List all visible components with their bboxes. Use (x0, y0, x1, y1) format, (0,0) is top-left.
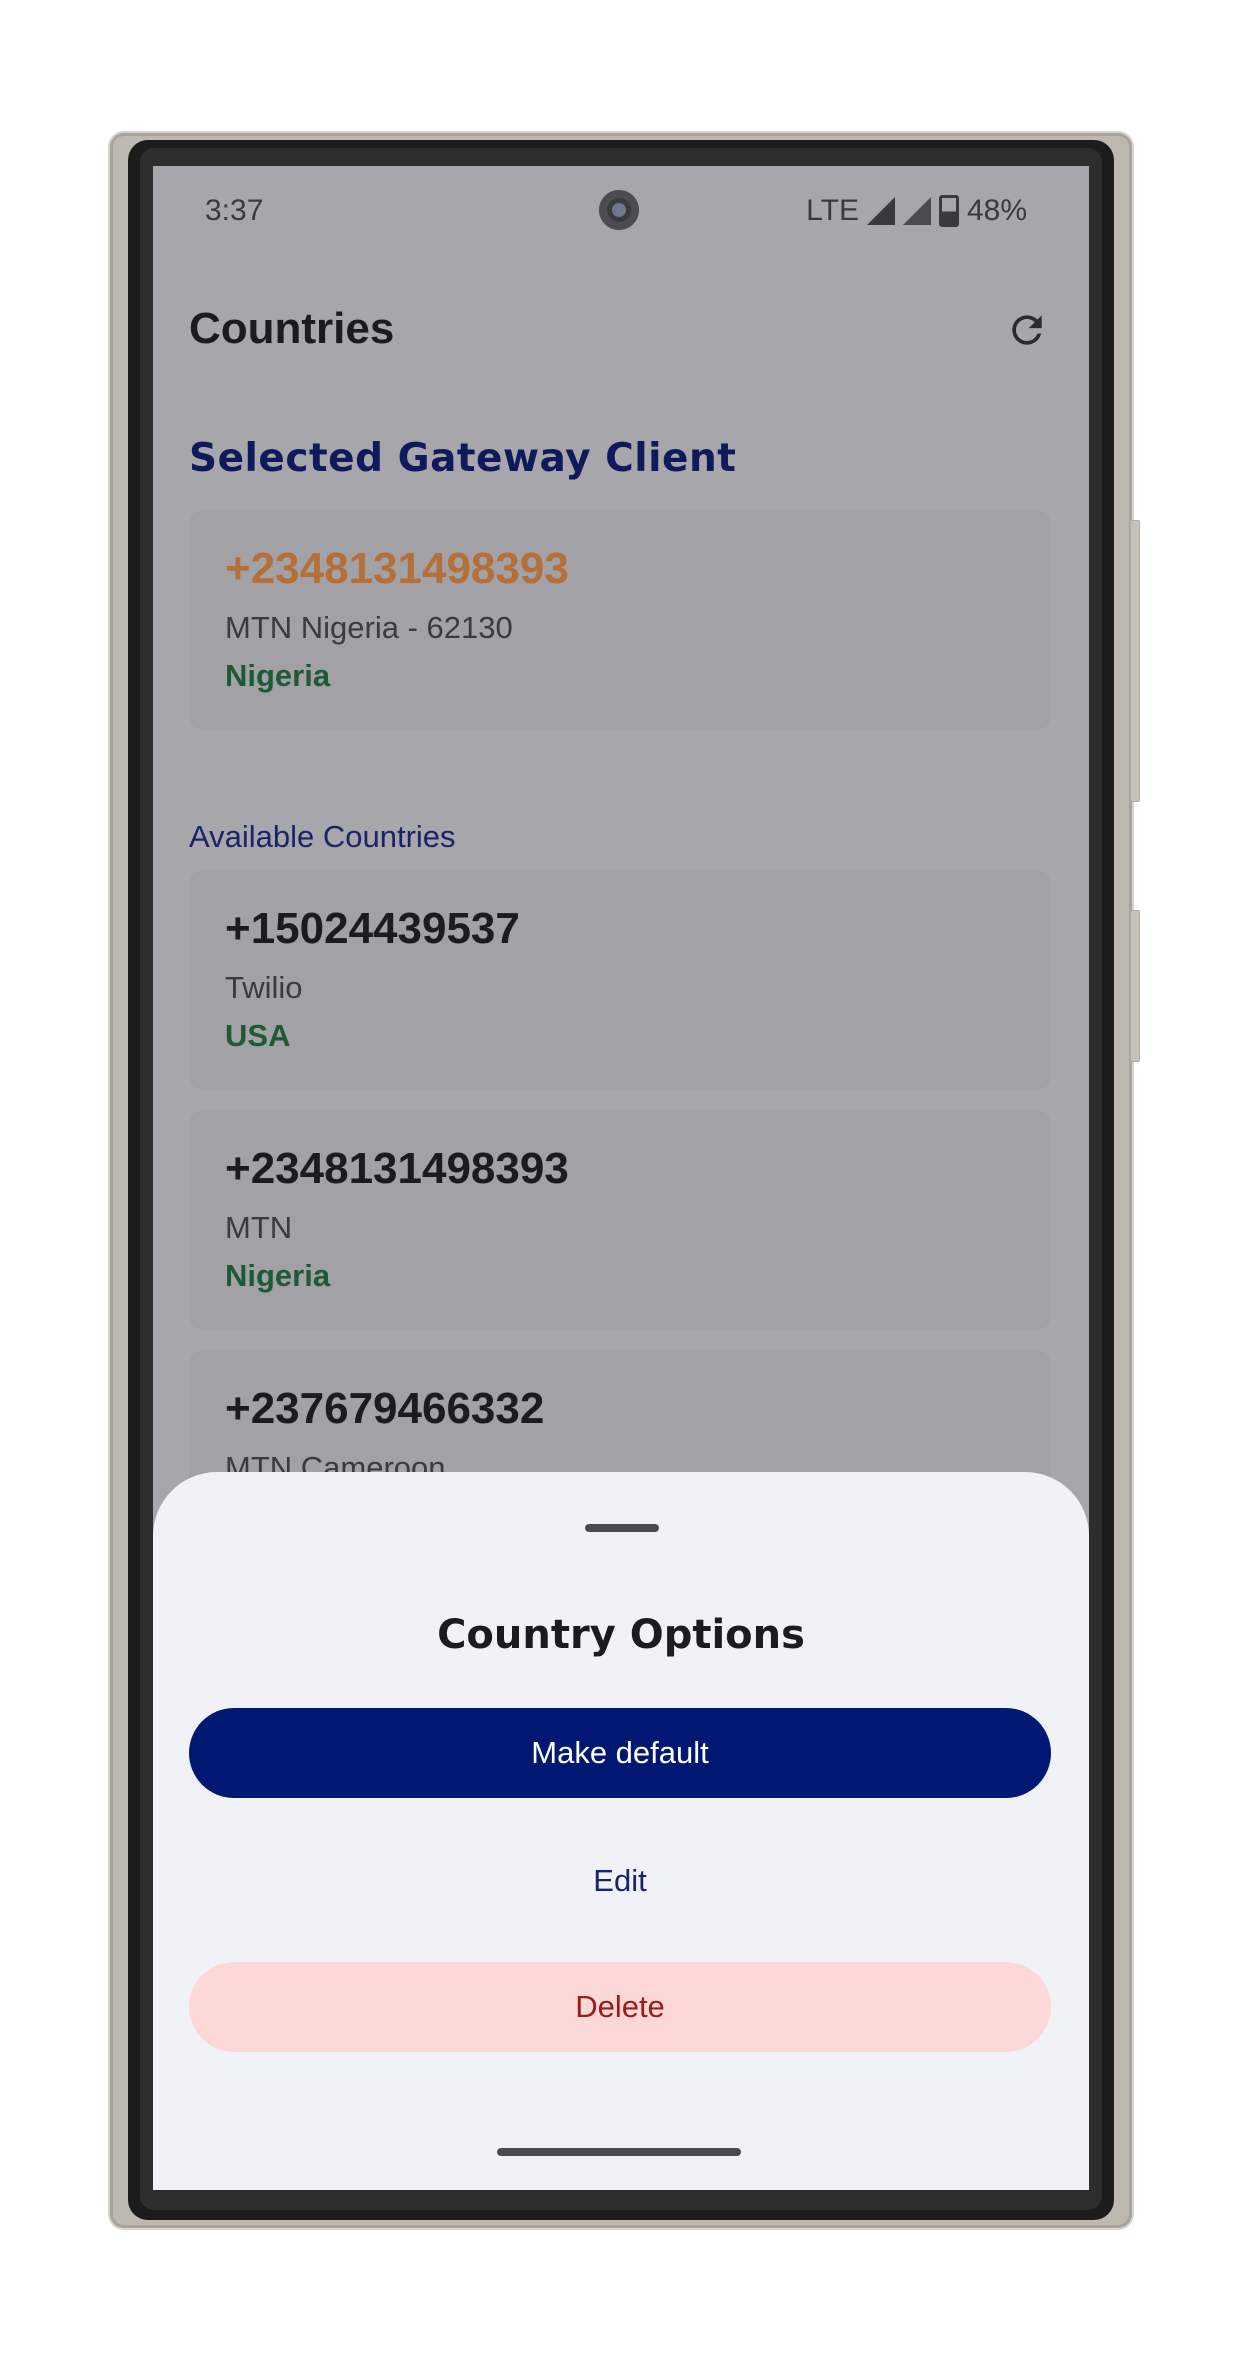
status-time: 3:37 (205, 194, 264, 227)
screen: 3:37 LTE 48% Countries Selected Gateway … (153, 166, 1089, 2190)
home-indicator[interactable] (497, 2148, 741, 2156)
delete-button[interactable]: Delete (189, 1962, 1051, 2052)
country-options-sheet: Country Options Make default Edit Delete (153, 1472, 1089, 2190)
page-title: Countries (189, 304, 395, 353)
refresh-icon[interactable] (1005, 308, 1049, 352)
network-type: LTE (806, 194, 859, 227)
battery-percent: 48% (966, 194, 1027, 227)
battery-icon (938, 195, 959, 227)
power-button (1130, 910, 1140, 1062)
signal-icon-2 (902, 197, 931, 225)
country-operator: MTN (225, 1210, 293, 1245)
drag-handle[interactable] (585, 1524, 659, 1532)
country-number: +2348131498393 (225, 1144, 569, 1193)
edit-button[interactable]: Edit (189, 1836, 1051, 1926)
country-card[interactable]: +2348131498393 MTN Nigeria (189, 1110, 1051, 1330)
status-icons: LTE 48% (806, 194, 1027, 228)
country-card[interactable]: +15024439537 Twilio USA (189, 870, 1051, 1090)
front-camera (599, 190, 639, 230)
selected-operator: MTN Nigeria - 62130 (225, 610, 513, 645)
available-countries-label: Available Countries (189, 819, 456, 854)
make-default-button[interactable]: Make default (189, 1708, 1051, 1798)
volume-button (1130, 520, 1140, 802)
country-name: USA (225, 1018, 291, 1053)
country-number: +237679466332 (225, 1384, 545, 1433)
sheet-title: Country Options (437, 1612, 805, 1658)
selected-country: Nigeria (225, 658, 331, 693)
selected-gateway-heading: Selected Gateway Client (189, 436, 737, 481)
country-name: Nigeria (225, 1258, 331, 1293)
country-operator: Twilio (225, 970, 303, 1005)
signal-icon (866, 197, 895, 225)
country-number: +15024439537 (225, 904, 520, 953)
selected-number: +2348131498393 (225, 544, 569, 593)
selected-gateway-card[interactable]: +2348131498393 MTN Nigeria - 62130 Niger… (189, 510, 1051, 730)
